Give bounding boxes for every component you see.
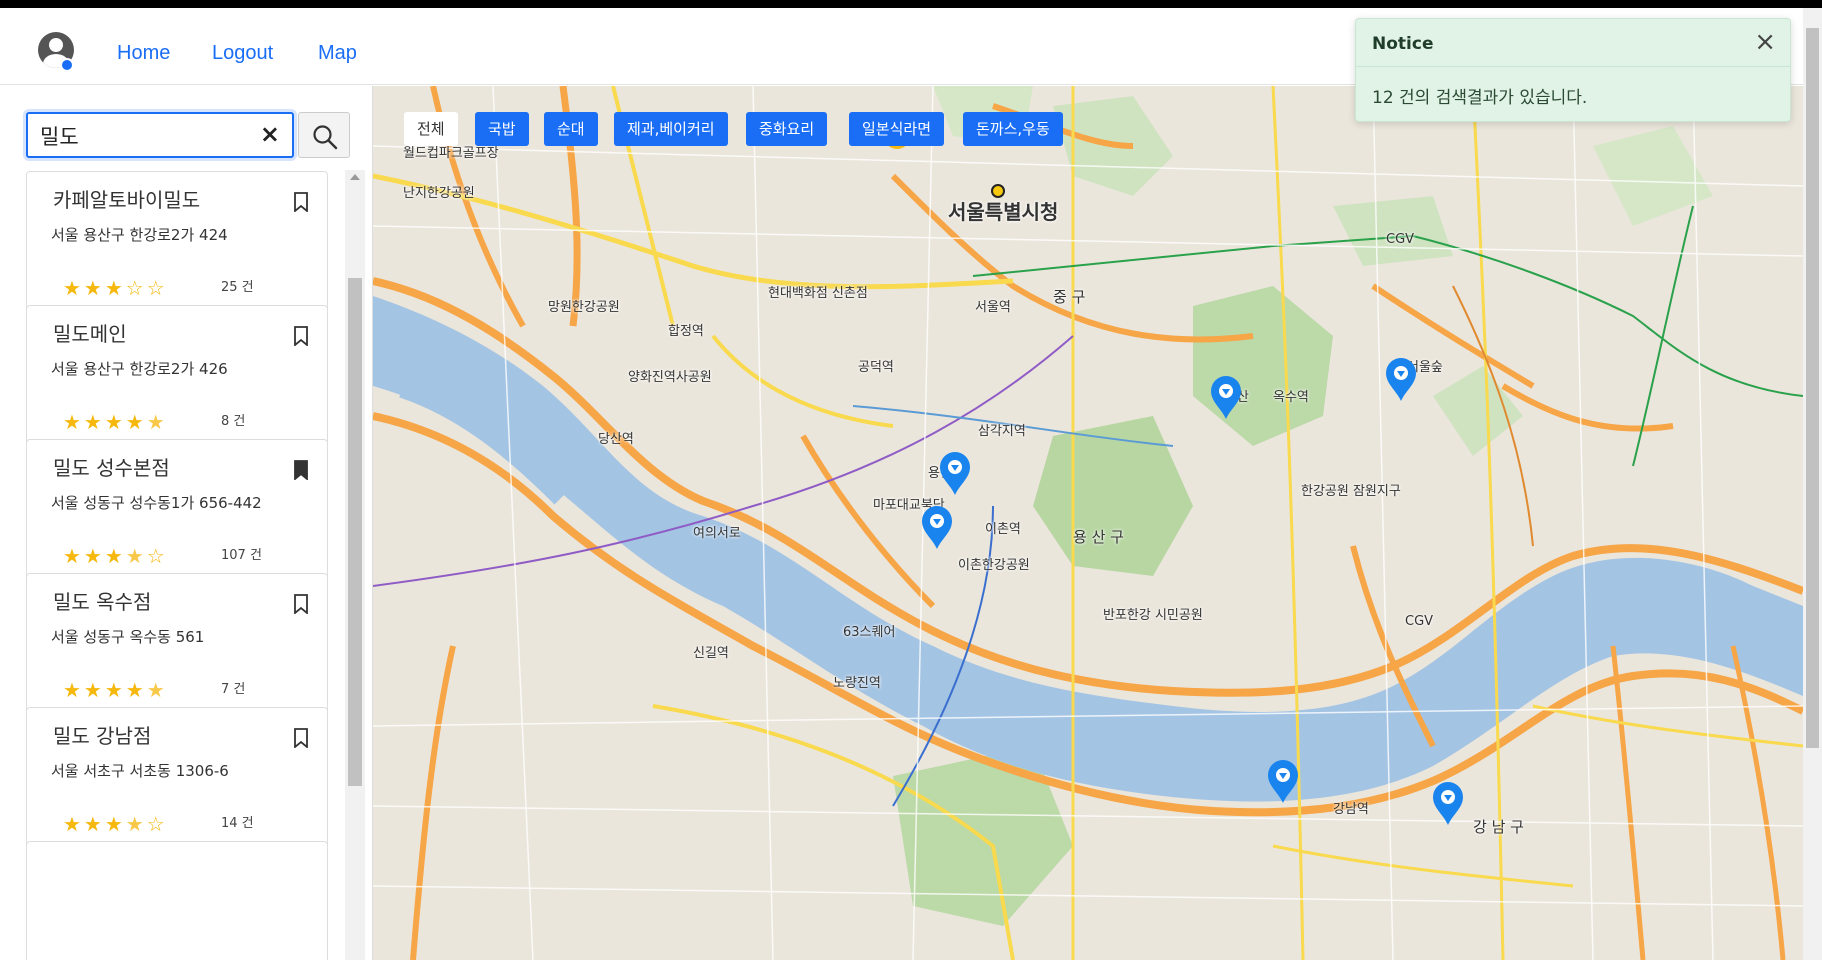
result-address: 서울 성동구 성수동1가 656-442 bbox=[51, 494, 262, 512]
rating-stars: ★★★★★ bbox=[63, 410, 168, 434]
result-card[interactable]: 밀도 옥수점 서울 성동구 옥수동 561 ★★★★★ 7 건 bbox=[26, 573, 328, 721]
rating-stars: ★★★★☆ bbox=[63, 544, 168, 568]
map-label-gangnam-station: 강남역 bbox=[1333, 802, 1369, 817]
nav-link-map[interactable]: Map bbox=[318, 42, 357, 65]
result-pin-icon[interactable] bbox=[920, 504, 954, 550]
page-scrollbar[interactable] bbox=[1803, 8, 1822, 960]
search-box: × bbox=[26, 112, 294, 158]
bookmark-outline-icon[interactable] bbox=[293, 192, 309, 212]
map-label-banpo: 반포한강 시민공원 bbox=[1103, 608, 1203, 623]
result-address: 서울 용산구 한강로2가 424 bbox=[51, 226, 228, 244]
category-chip-ramen[interactable]: 일본식라면 bbox=[849, 112, 945, 146]
result-pin-icon[interactable] bbox=[1266, 758, 1300, 804]
search-button[interactable] bbox=[298, 112, 350, 158]
result-card[interactable]: 밀도메인 서울 용산구 한강로2가 426 ★★★★★ 8 건 bbox=[26, 305, 328, 453]
map-label-mangwon: 망원한강공원 bbox=[548, 300, 620, 315]
rating-stars: ★★★★☆ bbox=[63, 812, 168, 836]
map-label-yeouiseoro: 여의서로 bbox=[693, 526, 741, 541]
result-card[interactable]: 밀도 강남점 서울 서초구 서초동 1306-6 ★★★★☆ 14 건 bbox=[26, 707, 328, 855]
map-label-jamwon: 한강공원 잠원지구 bbox=[1301, 484, 1401, 499]
review-count: 107 건 bbox=[221, 548, 262, 563]
map-label-cgv-north: CGV bbox=[1386, 232, 1415, 247]
sidebar: × 카페알토바이밀도 서울 용산구 한강로2가 424 ★★★☆☆ 25 건 밀… bbox=[0, 86, 373, 960]
page-scroll-thumb[interactable] bbox=[1806, 28, 1819, 748]
search-input[interactable] bbox=[40, 122, 240, 150]
review-count: 14 건 bbox=[221, 816, 254, 831]
bookmark-outline-icon[interactable] bbox=[293, 728, 309, 748]
review-count: 8 건 bbox=[221, 414, 246, 429]
rating-stars: ★★★☆☆ bbox=[63, 276, 168, 300]
toast-header: Notice × bbox=[1356, 19, 1790, 67]
result-pin-icon[interactable] bbox=[938, 450, 972, 496]
list-scrollbar[interactable] bbox=[345, 170, 365, 960]
category-chip-all[interactable]: 전체 bbox=[404, 112, 458, 146]
result-name: 밀도 성수본점 bbox=[53, 456, 170, 480]
map-label-yanghwajin: 양화진역사공원 bbox=[628, 370, 712, 385]
result-pin-icon[interactable] bbox=[1431, 780, 1465, 826]
category-chip-bakery[interactable]: 제과,베이커리 bbox=[614, 112, 728, 146]
result-name: 밀도 강남점 bbox=[53, 724, 152, 748]
map-label-cgv-south: CGV bbox=[1405, 614, 1434, 629]
city-hall-marker-icon bbox=[991, 184, 1005, 198]
search-icon bbox=[313, 125, 338, 150]
bookmark-filled-icon[interactable] bbox=[293, 460, 309, 480]
category-chip-sundae[interactable]: 순대 bbox=[544, 112, 598, 146]
result-name: 밀도 옥수점 bbox=[53, 590, 152, 614]
category-chip-chinese[interactable]: 중화요리 bbox=[746, 112, 828, 146]
map-label-gongdeok: 공덕역 bbox=[858, 360, 894, 375]
map-view[interactable]: 서울특별시청 중 구 용 산 구 강 남 구 마포대교북단 여의서로 63스퀘어… bbox=[373, 86, 1803, 960]
result-pin-icon[interactable] bbox=[1384, 356, 1418, 402]
map-label-city-hall: 서울특별시청 bbox=[948, 200, 1059, 224]
result-card[interactable]: 카페알토바이밀도 서울 용산구 한강로2가 424 ★★★☆☆ 25 건 bbox=[26, 171, 328, 319]
map-base-tiles bbox=[373, 86, 1803, 960]
map-label-ichon-park: 이촌한강공원 bbox=[958, 558, 1030, 573]
map-label-hyundai: 현대백화점 신촌점 bbox=[768, 286, 868, 301]
result-address: 서울 성동구 옥수동 561 bbox=[51, 628, 205, 646]
map-label-noryangjin: 노량진역 bbox=[833, 676, 881, 691]
clear-search-icon[interactable]: × bbox=[260, 120, 280, 148]
result-pin-icon[interactable] bbox=[1209, 374, 1243, 420]
category-chip-gukbap[interactable]: 국밥 bbox=[475, 112, 529, 146]
nav-link-logout[interactable]: Logout bbox=[212, 42, 273, 65]
result-name: 밀도메인 bbox=[53, 322, 127, 346]
online-status-dot bbox=[60, 58, 74, 72]
review-count: 25 건 bbox=[221, 280, 254, 295]
map-label-samgakji: 삼각지역 bbox=[978, 424, 1026, 439]
map-label-dangsan: 당산역 bbox=[598, 432, 634, 447]
toast-message: 12 건의 검색결과가 있습니다. bbox=[1372, 88, 1588, 108]
map-label-ichon: 이촌역 bbox=[985, 522, 1021, 537]
scroll-up-arrow-icon[interactable] bbox=[350, 174, 360, 180]
bookmark-outline-icon[interactable] bbox=[293, 326, 309, 346]
top-edge-bar bbox=[0, 0, 1822, 8]
category-chip-donkatsu[interactable]: 돈까스,우동 bbox=[963, 112, 1063, 146]
map-label-singil: 신길역 bbox=[693, 646, 729, 661]
review-count: 7 건 bbox=[221, 682, 246, 697]
map-label-seoul-station: 서울역 bbox=[975, 300, 1011, 315]
map-label-gangnam-gu: 강 남 구 bbox=[1473, 818, 1524, 836]
nav-link-home[interactable]: Home bbox=[117, 42, 170, 65]
rating-stars: ★★★★★ bbox=[63, 678, 168, 702]
result-list: 카페알토바이밀도 서울 용산구 한강로2가 424 ★★★☆☆ 25 건 밀도메… bbox=[26, 171, 330, 960]
toast-title: Notice bbox=[1372, 34, 1434, 54]
result-card[interactable]: 밀도 성수본점 서울 성동구 성수동1가 656-442 ★★★★☆ 107 건 bbox=[26, 439, 328, 587]
map-label-hapjeong: 합정역 bbox=[668, 324, 704, 339]
bookmark-outline-icon[interactable] bbox=[293, 594, 309, 614]
close-icon[interactable]: × bbox=[1754, 27, 1776, 57]
result-name: 카페알토바이밀도 bbox=[53, 188, 201, 212]
map-label-oksu: 옥수역 bbox=[1273, 390, 1309, 405]
result-card[interactable] bbox=[26, 841, 328, 960]
map-label-63-square: 63스퀘어 bbox=[843, 625, 896, 640]
result-address: 서울 용산구 한강로2가 426 bbox=[51, 360, 228, 378]
result-address: 서울 서초구 서초동 1306-6 bbox=[51, 762, 229, 780]
scroll-thumb[interactable] bbox=[348, 278, 362, 786]
map-label-jung-gu: 중 구 bbox=[1053, 288, 1086, 306]
map-label-yongsan-gu: 용 산 구 bbox=[1073, 528, 1124, 546]
map-label-nanji: 난지한강공원 bbox=[403, 186, 475, 201]
notice-toast: Notice × 12 건의 검색결과가 있습니다. bbox=[1355, 18, 1791, 122]
